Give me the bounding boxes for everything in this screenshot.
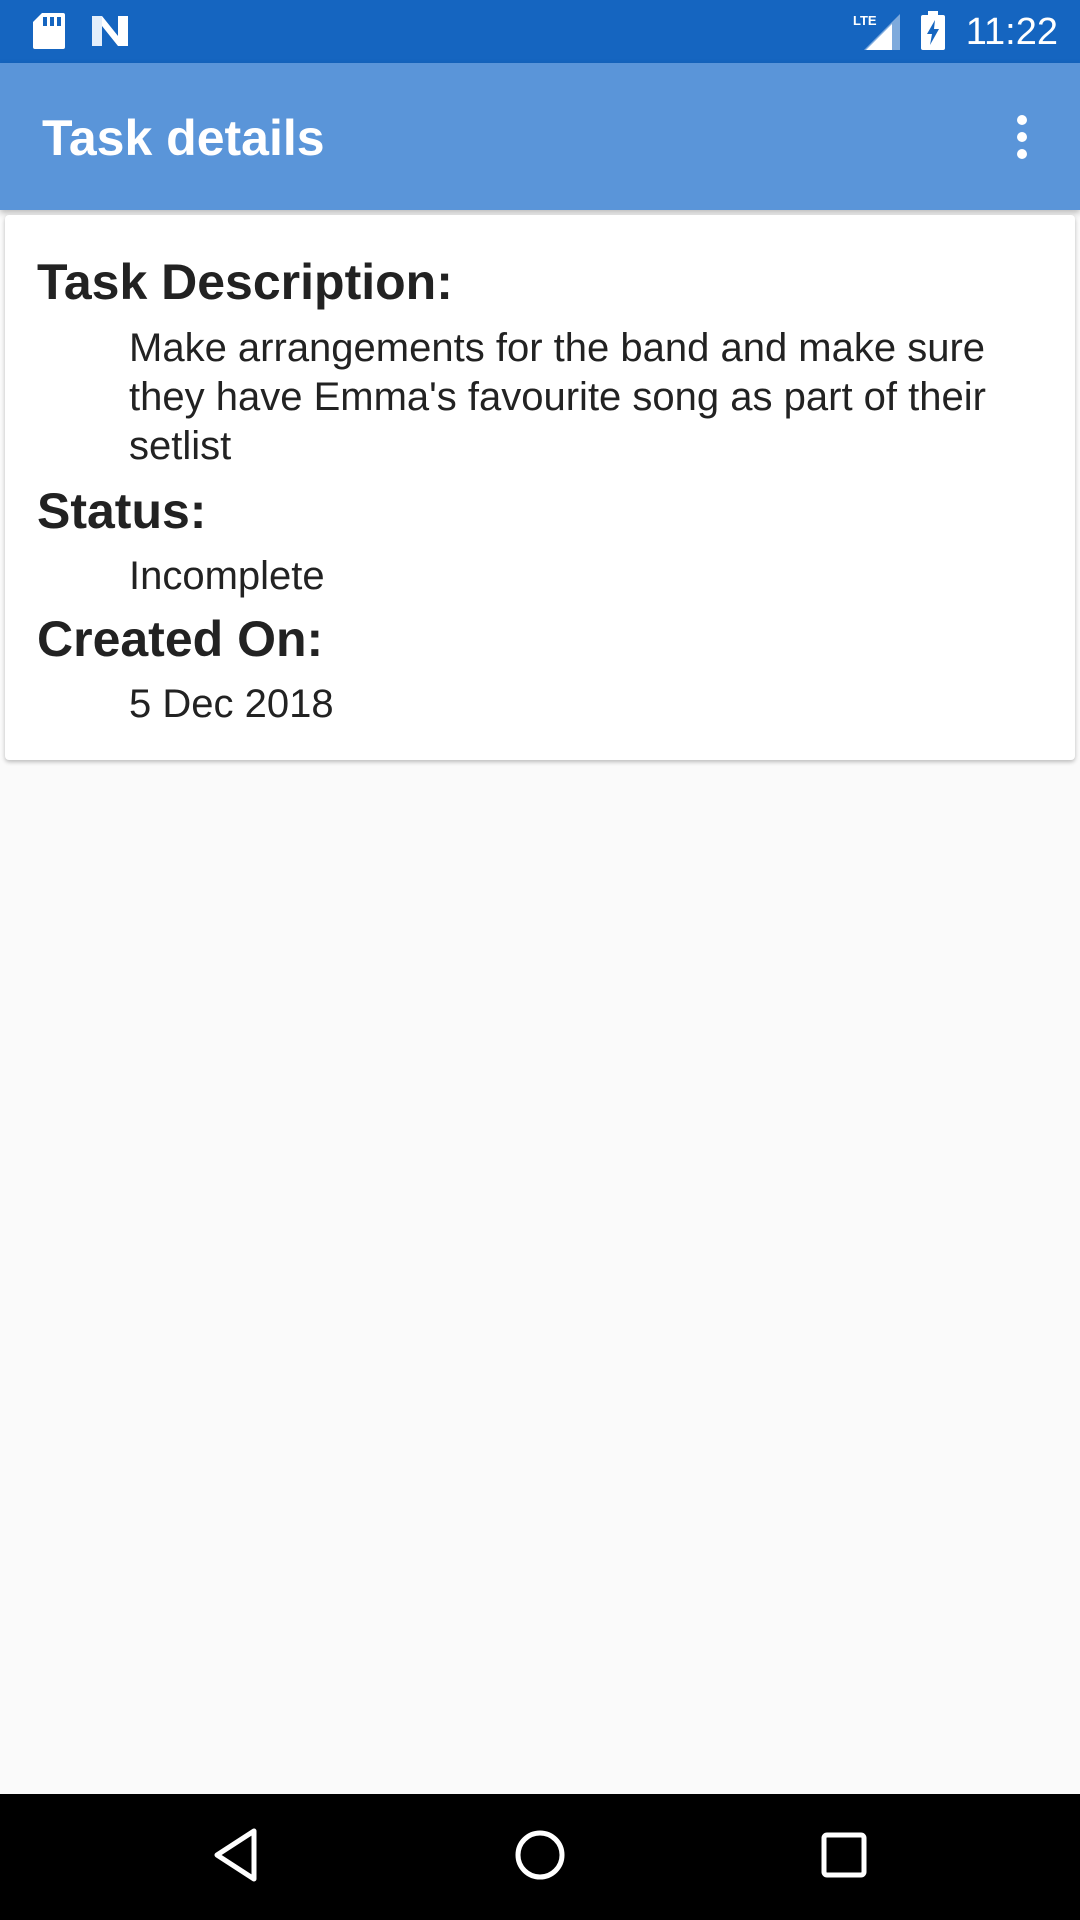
back-icon[interactable] — [212, 1827, 260, 1883]
created-on-value: 5 Dec 2018 — [129, 682, 334, 726]
recents-icon[interactable] — [820, 1827, 868, 1883]
navigation-bar — [0, 1794, 1080, 1920]
status-value: Incomplete — [129, 554, 325, 598]
status-label: Status: — [37, 483, 207, 539]
app-bar: Task details — [0, 63, 1080, 210]
overflow-dot — [1017, 115, 1027, 125]
overflow-dot — [1017, 149, 1027, 159]
created-on-label: Created On: — [37, 611, 324, 667]
sd-card-icon — [33, 13, 65, 49]
n-notification-icon — [92, 16, 128, 46]
home-icon[interactable] — [513, 1827, 567, 1883]
overflow-menu-icon[interactable] — [1000, 107, 1044, 167]
description-value: Make arrangements for the band and make … — [129, 326, 986, 468]
task-details-card: Task Description: Make arrangements for … — [5, 215, 1075, 760]
page-title: Task details — [42, 110, 325, 166]
overflow-dot — [1017, 132, 1027, 142]
description-label: Task Description: — [37, 254, 453, 310]
lte-label: LTE — [853, 13, 877, 28]
battery-charging-icon — [921, 11, 945, 50]
lte-signal-icon: LTE — [853, 13, 900, 50]
status-clock: 11:22 — [965, 11, 1058, 53]
status-bar: LTE 11:22 — [0, 0, 1080, 63]
